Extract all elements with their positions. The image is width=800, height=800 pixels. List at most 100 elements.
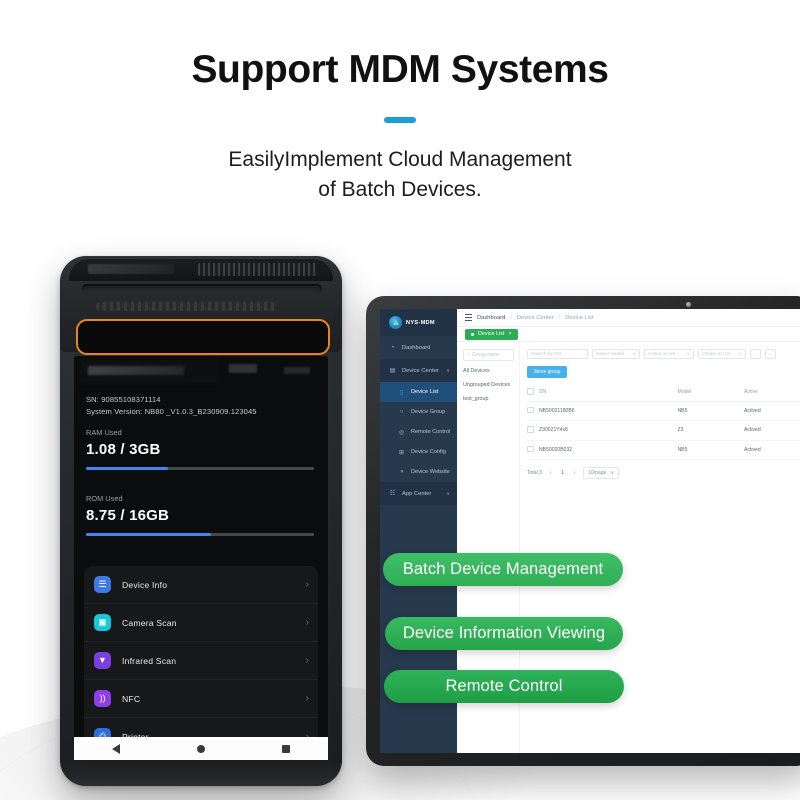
cell-active-status[interactable]: Actived [743,401,800,422]
breadcrumb-separator: / [510,314,512,321]
pagination-next[interactable]: › [571,470,578,477]
row-checkbox[interactable] [527,406,534,414]
sidebar-item-device-list[interactable]: ▯ Device List [380,382,457,402]
cell-active-status[interactable]: Actived [743,420,800,441]
tab-close-icon[interactable]: × [508,331,511,337]
breadcrumb-separator: / [558,314,561,321]
group-item-all-devices[interactable]: All Devices [463,368,514,374]
apps-icon: ☷ [389,491,396,497]
sidebar-item-label: App Center [402,490,432,497]
config-icon: ⊞ [398,449,405,456]
filter-5[interactable]: … [750,349,761,359]
remote-icon: ◎ [398,429,405,436]
nfc-icon: )) [94,690,111,707]
menu-item-infrared-scan[interactable]: ▼ Infrared Scan › [84,642,318,680]
group-tree-items: All Devices Ungrouped Devices test_group [463,368,514,402]
paper-bay-highlight [76,319,330,355]
mdm-logo: NYS-MDM [380,309,457,336]
menu-item-device-info[interactable]: ☰ Device Info › [84,566,318,604]
menu-item-camera-scan[interactable]: ▣ Camera Scan › [84,604,318,642]
column-sn: SN [539,384,678,402]
rom-value: 8.75 / 16GB [86,507,170,524]
sidebar-item-label: Dashboard [402,344,431,351]
page-size-select[interactable]: 10/page ∨ [583,467,620,480]
status-bar-battery-icon [284,367,310,374]
filter-4[interactable]: Online or not ∨ [698,349,746,359]
printer-cover-lip [96,302,276,311]
table-row[interactable]: NB50021180B6 NB5 Actived [527,401,800,422]
pagination-prev[interactable]: ‹ [547,470,554,477]
table-row[interactable]: NB50020B032 NB5 Actived [527,440,800,461]
group-item-test_group[interactable]: test_group [463,396,514,402]
tab-device-list-label: Device List [478,331,505,337]
ram-progress-track [86,467,314,470]
filter-2[interactable]: Select model ∨ [592,349,640,359]
sidebar-item-label: Device Config [411,449,446,455]
sidebar-item-device-config[interactable]: ⊞ Device Config [380,442,457,462]
recents-icon[interactable] [281,744,290,753]
circle-icon: ○ [399,409,404,415]
sidebar-item-remote-control[interactable]: ◎ Remote Control [380,422,457,442]
status-bar-glyph [229,364,257,373]
row-checkbox[interactable] [527,445,534,453]
menu-item-label: Device Info [122,579,168,590]
group-item-ungrouped-devices[interactable]: Ungrouped Devices [463,382,514,388]
handheld-menu-list: ☰ Device Info › ▣ Camera Scan › ▼ Infrared Scan… [84,566,318,752]
chevron-right-icon: › [305,692,309,704]
cell-model: Z3 [677,420,744,441]
hamburger-icon[interactable] [465,314,472,321]
filter-placeholder: Select model [596,351,625,357]
back-icon[interactable] [112,743,121,754]
ram-value: 1.08 / 3GB [86,441,161,458]
column-select-all[interactable] [527,384,539,402]
phone-icon: ▯ [399,389,404,396]
gauge-icon: ◔ [390,344,395,351]
sidebar-item-dashboard[interactable]: ◔ Dashboard [380,336,457,359]
device-table: SN Model Active NB50021180B6 NB5 Actived Z3… [527,384,800,461]
move-group-button[interactable]: Move group [527,366,568,378]
breadcrumb: Dashboard / Device Center / Device List [457,309,800,327]
printer-vent [198,263,318,276]
breadcrumb-item-0[interactable]: Dashboard [477,315,505,321]
sidebar-item-device-website[interactable]: ◑ Device Website [380,462,457,482]
cell-model: NB5 [677,401,744,422]
subtitle-line-2: of Batch Devices. [318,178,482,202]
chevron-down-icon: ∨ [446,490,450,497]
mdm-sidebar-nav: ◔ Dashboard ▤ Device Center ∨ ▯ Device List ○ De… [380,336,457,505]
select-all-checkbox[interactable] [527,388,534,395]
row-checkbox-cell[interactable] [527,420,539,441]
home-icon[interactable] [196,744,205,753]
breadcrumb-item-2[interactable]: Device List [565,315,593,321]
page-title: Support MDM Systems [191,48,609,91]
menu-item-label: NFC [122,693,141,704]
breadcrumb-item-1[interactable]: Device Center [517,315,554,321]
infrared-icon: ▼ [94,652,111,669]
filter-6[interactable]: … [765,349,776,359]
row-checkbox-cell[interactable] [527,401,539,422]
poster-canvas: Support MDM Systems EasilyImplement Clou… [0,0,800,800]
title-accent-rule [384,116,416,123]
row-checkbox-cell[interactable] [527,440,539,461]
ram-label: RAM Used [86,428,122,437]
sidebar-item-label: Device List [411,389,439,395]
row-checkbox[interactable] [527,426,534,433]
device-serial-number: SN: 90855108371114 [86,395,161,404]
cell-active-status[interactable]: Actived [743,440,800,461]
filter-1[interactable]: Search by SN [527,349,588,359]
group-search-placeholder: Group name [472,352,500,358]
cell-sn: NB50020B032 [539,440,678,461]
table-row[interactable]: Z30021Y4x8 Z3 Actived [527,420,800,441]
group-search-input[interactable]: ○ Group name [463,349,514,361]
sidebar-item-device-group[interactable]: ○ Device Group [380,402,457,422]
filter-3[interactable]: Active or not ∨ [644,349,694,359]
pagination-current-page[interactable]: 1 [559,470,566,477]
rom-progress-fill [86,533,212,536]
sidebar-item-app-center[interactable]: ☷ App Center ∨ [380,482,457,505]
cell-sn: Z30021Y4x8 [539,420,678,441]
handheld-screen: SN: 90855108371114 System Version: NB80 … [74,356,328,752]
tab-device-list[interactable]: Device List × [465,328,518,340]
sidebar-item-device-center[interactable]: ▤ Device Center ∨ [380,359,457,382]
menu-item-nfc[interactable]: )) NFC › [84,680,318,718]
devices-icon: ▤ [389,368,396,374]
chevron-down-icon: ∨ [446,367,450,374]
